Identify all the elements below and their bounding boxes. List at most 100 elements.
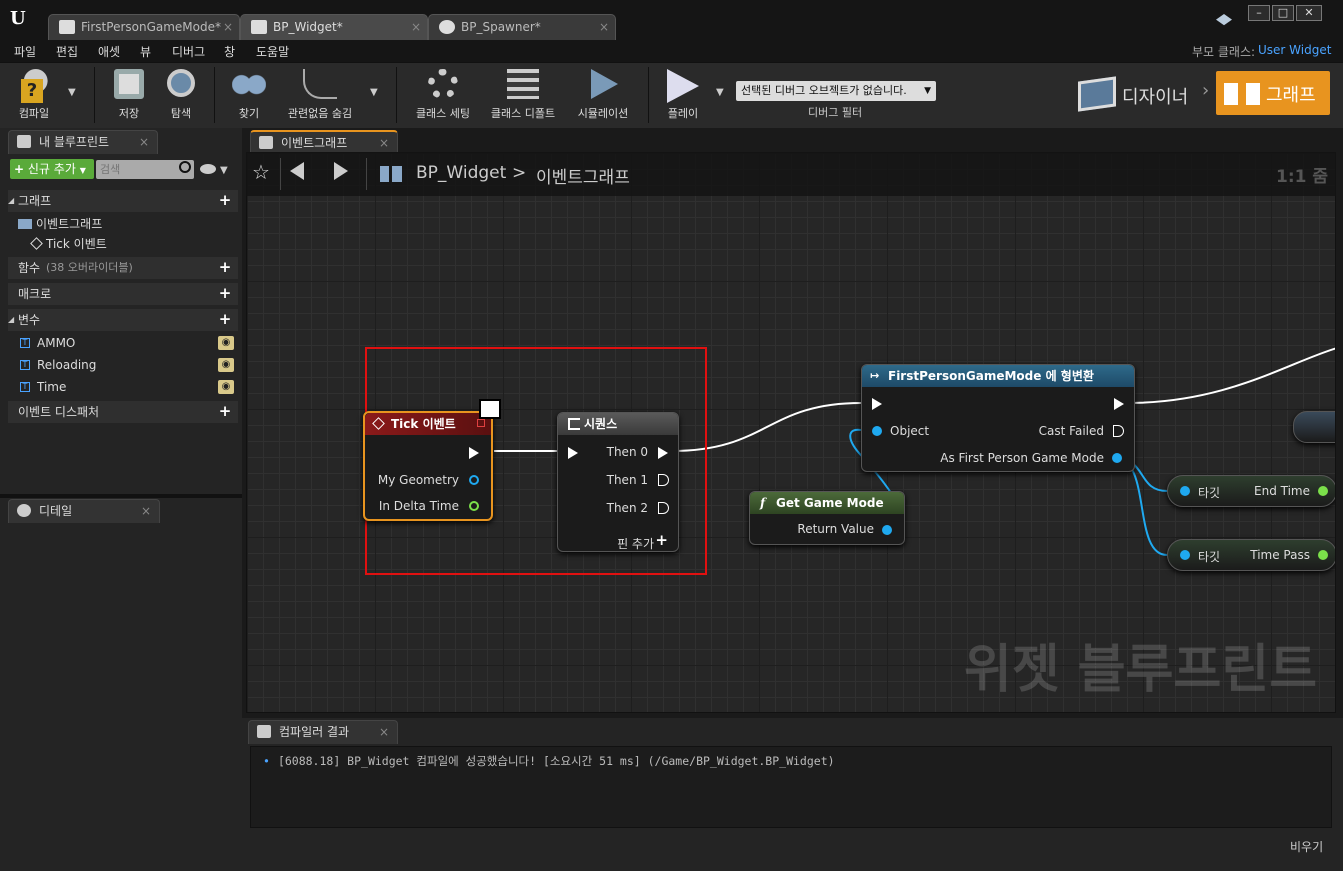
add-event-dispatcher-button[interactable]: + — [218, 404, 232, 419]
node-get-end-time[interactable]: 타깃 End Time — [1167, 475, 1335, 507]
node-get-time-pass[interactable]: 타깃 Time Pass — [1167, 539, 1335, 571]
visibility-eye-icon[interactable]: ◉ — [218, 358, 234, 372]
parent-class-value[interactable]: User Widget — [1258, 43, 1331, 57]
play-options-dropdown[interactable]: ▼ — [716, 87, 724, 98]
add-new-button[interactable]: + 신규 추가 ▼ — [10, 159, 94, 179]
close-icon[interactable]: × — [223, 15, 233, 39]
category-functions[interactable]: 함수 (38 오버라이더블) + — [8, 257, 238, 279]
pin-as-mode-socket[interactable] — [1112, 453, 1122, 463]
magnifier-icon — [167, 69, 195, 97]
then-0-out-pin[interactable] — [658, 447, 668, 459]
pin-end-time-socket[interactable] — [1318, 486, 1328, 496]
item-event-graph[interactable]: 이벤트그래프 — [8, 213, 238, 235]
exec-in-pin[interactable] — [568, 447, 578, 459]
pin-in-delta-time-socket[interactable] — [469, 501, 479, 511]
category-macros[interactable]: 매크로 + — [8, 283, 238, 305]
close-icon[interactable]: × — [141, 500, 151, 522]
plus-icon[interactable]: + — [655, 531, 668, 549]
browse-button[interactable]: 탐색 — [156, 63, 206, 127]
add-macro-button[interactable]: + — [218, 286, 232, 301]
clear-button[interactable]: 비우기 — [1290, 838, 1323, 855]
compile-options-dropdown[interactable]: ▼ — [68, 87, 76, 98]
minimize-button[interactable]: – — [1248, 5, 1270, 21]
close-icon[interactable]: × — [139, 131, 149, 153]
pin-return-value-socket[interactable] — [882, 525, 892, 535]
category-graphs[interactable]: ◢ 그래프 + — [8, 190, 238, 212]
save-button[interactable]: 저장 — [104, 63, 154, 127]
exec-out-pin[interactable] — [1114, 398, 1124, 410]
menu-asset[interactable]: 애셋 — [98, 43, 120, 60]
node-partial-offscreen[interactable] — [1293, 411, 1335, 443]
visibility-eye-icon[interactable]: ◉ — [218, 336, 234, 350]
hide-unrelated-button[interactable]: 관련없음 숨김 — [280, 63, 360, 127]
node-sequence[interactable]: 시퀀스 Then 0 Then 1 Then 2 핀 추가 + — [557, 412, 679, 552]
menu-help[interactable]: 도움말 — [256, 43, 289, 60]
exec-in-pin[interactable] — [872, 398, 882, 410]
pin-my-geometry-socket[interactable] — [469, 475, 479, 485]
add-graph-button[interactable]: + — [218, 193, 232, 208]
add-function-button[interactable]: + — [218, 260, 232, 275]
debug-object-select[interactable]: 선택된 디버그 오브젝트가 없습니다. ▼ — [736, 81, 936, 101]
close-icon[interactable]: × — [379, 721, 389, 743]
play-button[interactable]: 플레이 — [656, 63, 710, 127]
class-settings-button[interactable]: 클래스 세팅 — [410, 63, 476, 127]
tab-event-graph[interactable]: 이벤트그래프 × — [250, 130, 398, 154]
add-variable-button[interactable]: + — [218, 312, 232, 327]
menu-file[interactable]: 파일 — [14, 43, 36, 60]
add-pin-button[interactable]: 핀 추가 — [617, 535, 654, 552]
graph-icon — [1224, 83, 1260, 105]
maximize-button[interactable]: □ — [1272, 5, 1294, 21]
close-icon[interactable]: × — [379, 132, 389, 154]
tab-firstpersongamemode[interactable]: FirstPersonGameMode* × — [48, 14, 240, 40]
find-button[interactable]: 찾기 — [224, 63, 274, 127]
graph-mode-button[interactable]: 그래프 — [1216, 71, 1330, 115]
tab-details[interactable]: 디테일 × — [8, 499, 160, 523]
pin-time-pass-socket[interactable] — [1318, 550, 1328, 560]
menu-view[interactable]: 뷰 — [140, 43, 151, 60]
node-get-game-mode[interactable]: f Get Game Mode Return Value — [749, 491, 905, 545]
menu-edit[interactable]: 편집 — [56, 43, 78, 60]
chevron-down-icon[interactable]: ▼ — [220, 165, 228, 176]
back-arrow-icon[interactable] — [290, 162, 304, 180]
class-defaults-button[interactable]: 클래스 디폴트 — [484, 63, 562, 127]
tab-my-blueprint[interactable]: 내 블루프린트 × — [8, 130, 158, 154]
pin-target-socket[interactable] — [1180, 486, 1190, 496]
unreal-logo-icon[interactable]: U — [10, 8, 32, 32]
pin-object-socket[interactable] — [872, 426, 882, 436]
node-tick-event[interactable]: Tick 이벤트 My Geometry In Delta Time — [363, 411, 493, 521]
visibility-eye-icon[interactable]: ◉ — [218, 380, 234, 394]
compile-button[interactable]: ? 컴파일 — [8, 63, 60, 127]
tab-bp-spawner[interactable]: BP_Spawner* × — [428, 14, 616, 40]
menu-window[interactable]: 창 — [224, 43, 235, 60]
favorite-star-icon[interactable]: ☆ — [252, 160, 270, 184]
category-variables[interactable]: ◢ 변수 + — [8, 309, 238, 331]
cast-failed-out-pin[interactable] — [1113, 425, 1124, 437]
hide-unrelated-dropdown[interactable]: ▼ — [370, 87, 378, 98]
view-options-eye-icon[interactable] — [200, 164, 216, 174]
forward-arrow-icon[interactable] — [334, 162, 348, 180]
then-1-out-pin[interactable] — [658, 474, 669, 486]
panel-divider[interactable] — [0, 494, 242, 498]
exec-out-pin[interactable] — [469, 447, 479, 459]
designer-mode-button[interactable]: 디자이너 — [1076, 73, 1202, 117]
then-2-out-pin[interactable] — [658, 502, 669, 514]
menu-debug[interactable]: 디버그 — [172, 43, 205, 60]
search-input[interactable] — [96, 160, 176, 179]
tab-bp-widget[interactable]: BP_Widget* × — [240, 14, 428, 40]
close-window-button[interactable]: ✕ — [1296, 5, 1322, 21]
simulation-button[interactable]: 시뮬레이션 — [570, 63, 636, 127]
tab-compiler-results[interactable]: 컴파일러 결과 × — [248, 720, 398, 744]
item-tick-event[interactable]: Tick 이벤트 — [8, 233, 238, 255]
graph-canvas[interactable]: Tick 이벤트 My Geometry In Delta Time 시퀀스 T… — [246, 152, 1336, 713]
pin-return-value: Return Value — [797, 522, 874, 536]
pin-target-socket[interactable] — [1180, 550, 1190, 560]
pin-then-2: Then 2 — [606, 501, 648, 515]
breadcrumb-root[interactable]: BP_Widget — [416, 163, 506, 183]
close-icon[interactable]: × — [411, 15, 421, 39]
node-cast-firstpersongamemode[interactable]: ↦ FirstPersonGameMode 에 형변환 Object Cast … — [861, 364, 1135, 472]
delegate-pin[interactable] — [477, 419, 485, 427]
close-icon[interactable]: × — [599, 15, 609, 39]
search-box[interactable] — [96, 160, 194, 179]
category-event-dispatchers[interactable]: 이벤트 디스패처 + — [8, 401, 238, 423]
learn-icon[interactable] — [1216, 14, 1232, 26]
